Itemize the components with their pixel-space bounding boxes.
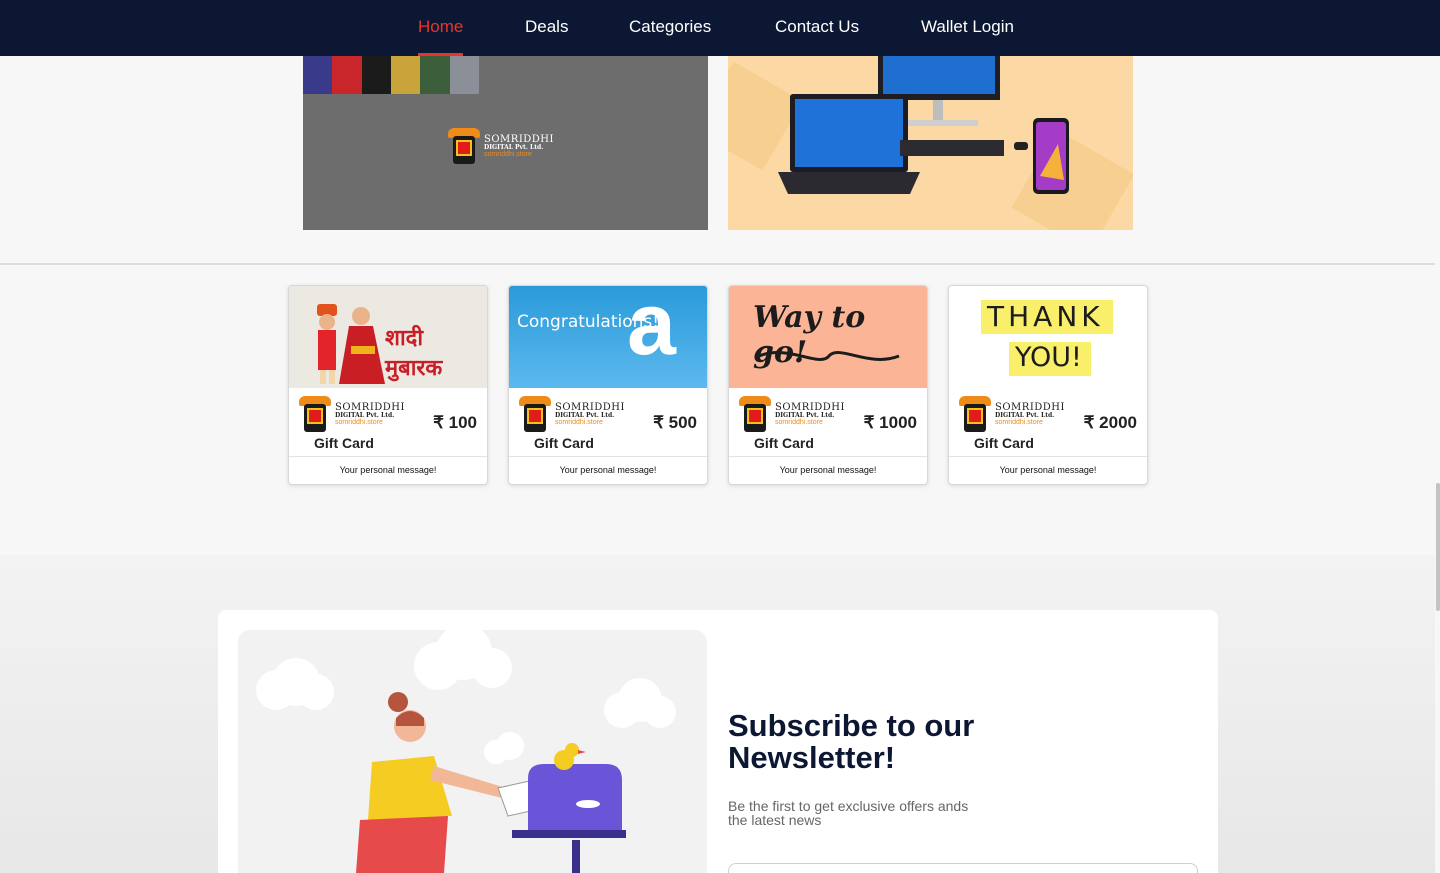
brand-site: somriddhi.store	[995, 418, 1043, 426]
book-cover	[332, 56, 362, 94]
brand-site: somriddhi.store	[335, 418, 383, 426]
gift-card-image-text: शादी मुबारक	[385, 326, 443, 381]
page-scrollbar[interactable]	[1436, 483, 1440, 611]
gift-card-image: Congratulations! a	[509, 286, 707, 388]
book-cover	[420, 56, 450, 94]
section-divider	[0, 263, 1435, 265]
nav-deals[interactable]: Deals	[525, 0, 568, 56]
brand-site: somriddhi.store	[775, 418, 823, 426]
gift-card-message: Your personal message!	[509, 456, 707, 484]
store-logo-icon	[739, 396, 771, 432]
brand-name: SOMRIDDHI	[995, 401, 1065, 413]
gift-card-price: ₹ 100	[433, 413, 477, 432]
newsletter-illustration	[238, 630, 707, 873]
brand-site: somriddhi.store	[555, 418, 603, 426]
gift-card-500[interactable]: Congratulations! a SOMRIDDHI DIGITAL Pvt…	[508, 285, 708, 485]
book-covers-strip	[303, 56, 479, 94]
gift-card-image: शादी मुबारक	[289, 286, 487, 388]
gift-card-message: Your personal message!	[949, 456, 1147, 484]
brand-name: SOMRIDDHI	[335, 401, 405, 413]
gift-card-image-text: THANK	[987, 300, 1104, 333]
card-brand-logo: SOMRIDDHI DIGITAL Pvt. Ltd. somriddhi.st…	[519, 396, 625, 432]
brand-site: somriddhi.store	[484, 150, 532, 158]
gift-card-price: ₹ 500	[653, 413, 697, 432]
gift-card-image-text-2: YOU!	[1015, 342, 1082, 373]
brand-logo: SOMRIDDHI DIGITAL Pvt. Ltd. somriddhi.st…	[448, 128, 554, 164]
book-cover	[390, 56, 421, 94]
card-brand-logo: SOMRIDDHI DIGITAL Pvt. Ltd. somriddhi.st…	[299, 396, 405, 432]
top-navbar: Home Deals Categories Contact Us Wallet …	[0, 0, 1440, 56]
electronics-banner[interactable]	[728, 56, 1133, 230]
gift-card-label: Gift Card	[534, 435, 594, 451]
gift-card-message: Your personal message!	[729, 456, 927, 484]
nav-home[interactable]: Home	[418, 0, 464, 56]
newsletter-email-input[interactable]	[728, 863, 1198, 873]
nav-contact-us[interactable]: Contact Us	[775, 0, 859, 56]
brand-name: SOMRIDDHI	[484, 133, 554, 145]
brand-name: SOMRIDDHI	[775, 401, 845, 413]
gift-card-100[interactable]: शादी मुबारक SOMRIDDHI DIGITAL Pvt. Ltd. …	[288, 285, 488, 485]
gift-card-label: Gift Card	[314, 435, 374, 451]
swirl-decoration	[758, 351, 900, 361]
store-logo-icon	[519, 396, 551, 432]
gift-card-1000[interactable]: Way to go! SOMRIDDHI DIGITAL Pvt. Ltd. s…	[728, 285, 928, 485]
newsletter-subtitle: Be the first to get exclusive offers and…	[728, 798, 969, 828]
brand-name: SOMRIDDHI	[555, 401, 625, 413]
nav-categories[interactable]: Categories	[629, 0, 711, 56]
electronics-illustration	[728, 56, 1133, 230]
gift-card-image: Way to go!	[729, 286, 927, 388]
gift-card-2000[interactable]: THANK YOU! SOMRIDDHI DIGITAL Pvt. Ltd. s…	[948, 285, 1148, 485]
amazon-a-icon: a	[627, 286, 676, 373]
book-cover	[303, 56, 333, 94]
gift-card-image: THANK YOU!	[949, 286, 1147, 388]
gift-card-price: ₹ 1000	[863, 413, 917, 432]
book-cover	[449, 56, 479, 94]
mailbox-girl-illustration	[256, 630, 676, 873]
books-banner[interactable]: SOMRIDDHI DIGITAL Pvt. Ltd. somriddhi.st…	[303, 56, 708, 230]
card-brand-logo: SOMRIDDHI DIGITAL Pvt. Ltd. somriddhi.st…	[959, 396, 1065, 432]
card-brand-logo: SOMRIDDHI DIGITAL Pvt. Ltd. somriddhi.st…	[739, 396, 845, 432]
book-cover	[361, 56, 391, 94]
gift-card-label: Gift Card	[754, 435, 814, 451]
store-logo-icon	[959, 396, 991, 432]
store-logo-icon	[299, 396, 331, 432]
newsletter-title: Subscribe to our Newsletter!	[728, 708, 975, 775]
gift-card-label: Gift Card	[974, 435, 1034, 451]
gift-card-message: Your personal message!	[289, 456, 487, 484]
gift-card-price: ₹ 2000	[1083, 413, 1137, 432]
nav-wallet-login[interactable]: Wallet Login	[921, 0, 1014, 56]
store-logo-icon	[448, 128, 480, 164]
